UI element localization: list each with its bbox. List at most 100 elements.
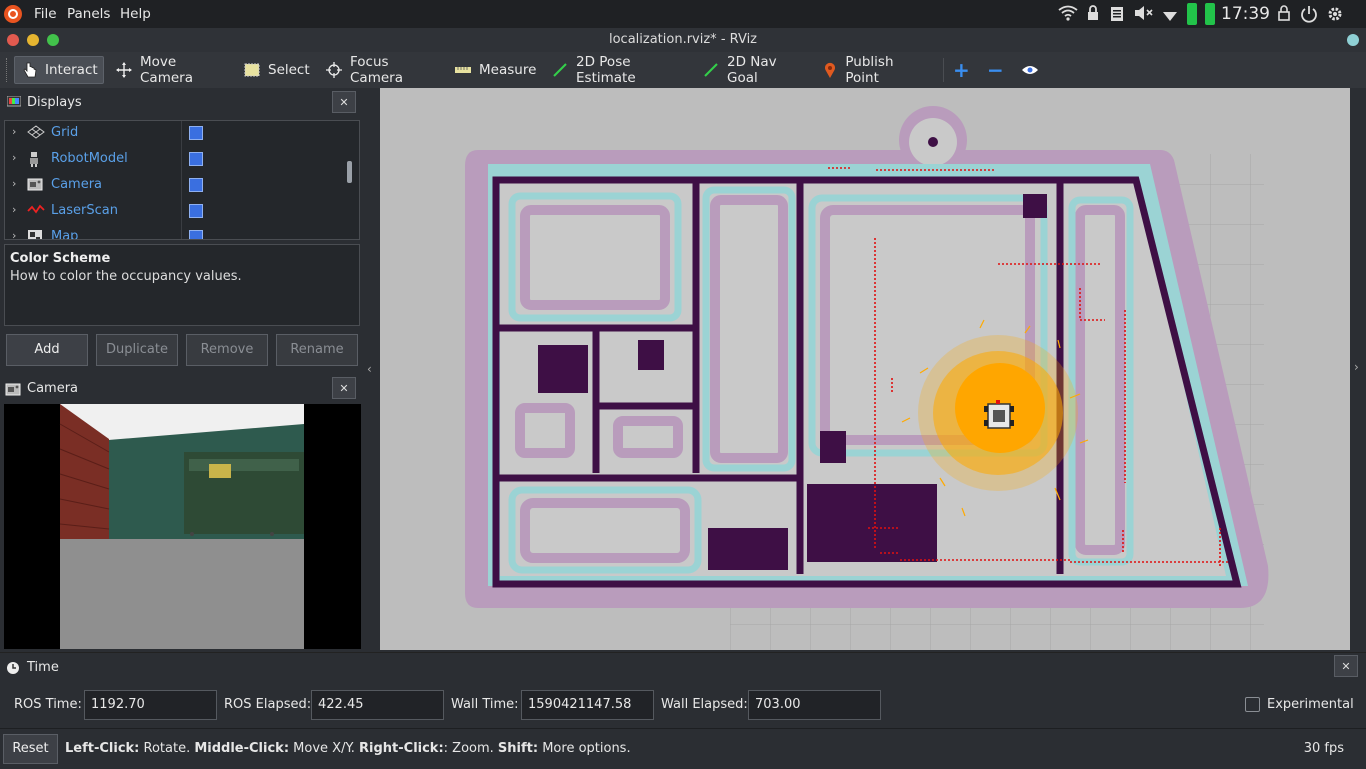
display-enabled-checkbox[interactable] (189, 178, 203, 192)
hint-middle-key: Middle-Click: (194, 741, 290, 756)
display-enabled-checkbox[interactable] (189, 152, 203, 166)
tree-item-grid[interactable]: › Grid (5, 121, 345, 147)
tool-measure-label: Measure (479, 62, 537, 78)
wall-time-field[interactable]: 1590421147.58 (521, 690, 654, 720)
hint-middle-val: Move X/Y. (289, 741, 360, 756)
displays-panel-header: Displays ✕ (0, 90, 362, 116)
window-title: localization.rviz* - RViz (608, 32, 758, 47)
battery-indicator-2-icon[interactable] (1205, 3, 1215, 25)
add-display-button[interactable]: Add (6, 334, 88, 366)
map-display-icon (27, 229, 45, 239)
camera-panel-header: Camera ✕ (0, 376, 362, 402)
expand-chevron-icon[interactable]: › (12, 229, 16, 239)
tool-move-camera-label: Move Camera (140, 54, 193, 86)
window-titlebar: localization.rviz* - RViz (0, 28, 1366, 53)
close-displays-panel-button[interactable]: ✕ (332, 91, 356, 113)
tree-item-map[interactable]: › Map (5, 225, 345, 240)
tool-publish-point-label: Publish Point (845, 54, 894, 86)
displays-panel-title: Displays (27, 95, 82, 110)
panel-splitter[interactable]: ‹ (364, 90, 378, 650)
window-menu-icon[interactable] (1347, 34, 1359, 46)
status-bar: Reset Left-Click: Rotate. Middle-Click: … (0, 728, 1366, 769)
robot-model (984, 400, 1014, 429)
tool-measure[interactable]: Measure (447, 56, 541, 84)
menu-help[interactable]: Help (120, 6, 151, 22)
dropdown-arrow-icon[interactable] (1163, 9, 1177, 25)
minus-icon[interactable]: − (984, 56, 1006, 84)
tree-item-robotmodel[interactable]: › RobotModel (5, 147, 345, 173)
description-text: How to color the occupancy values. (10, 269, 242, 284)
plus-icon[interactable]: + (950, 56, 972, 84)
rename-display-button[interactable]: Rename (276, 334, 358, 366)
volume-icon[interactable] (1134, 5, 1154, 25)
menu-panels[interactable]: Panels (67, 6, 110, 22)
expand-chevron-icon[interactable]: › (12, 203, 16, 216)
wall-elapsed-field[interactable]: 703.00 (748, 690, 881, 720)
lock-icon[interactable] (1086, 5, 1100, 25)
wall-time-label: Wall Time: (451, 697, 519, 712)
eye-icon[interactable] (1018, 56, 1042, 84)
settings-gear-icon[interactable] (1326, 5, 1344, 27)
right-dock-edge: › (1350, 88, 1366, 650)
menu-file[interactable]: File (34, 6, 57, 22)
tool-publish-point[interactable]: Publish Point (814, 54, 936, 86)
expand-chevron-icon[interactable]: › (12, 151, 16, 164)
camera-image-view[interactable] (4, 404, 361, 649)
tool-interact-label: Interact (45, 62, 98, 78)
reset-button[interactable]: Reset (3, 734, 58, 764)
battery-indicator-icon[interactable] (1187, 3, 1197, 25)
tool-2d-nav-goal[interactable]: 2D Nav Goal (695, 54, 811, 86)
camera-panel-title: Camera (27, 381, 79, 396)
tool-interact[interactable]: Interact (14, 56, 104, 84)
display-enabled-checkbox[interactable] (189, 126, 203, 140)
hint-right-key: Right-Click: (359, 741, 444, 756)
ubuntu-logo-icon[interactable] (4, 5, 22, 23)
tree-item-laserscan[interactable]: › LaserScan (5, 199, 345, 225)
tool-move-camera[interactable]: Move Camera (108, 54, 232, 86)
close-camera-panel-button[interactable]: ✕ (332, 377, 356, 399)
expand-right-arrow-icon[interactable]: › (1354, 360, 1359, 374)
tree-item-label: Map (51, 229, 79, 240)
tool-2d-pose-estimate[interactable]: 2D Pose Estimate (544, 54, 692, 86)
collapse-left-arrow-icon[interactable]: ‹ (367, 362, 372, 376)
toolbar-grip[interactable] (6, 58, 9, 82)
lock-screen-icon[interactable] (1277, 5, 1291, 25)
description-title: Color Scheme (10, 251, 111, 266)
experimental-checkbox[interactable] (1245, 697, 1260, 712)
tree-item-label: RobotModel (51, 151, 128, 166)
display-enabled-checkbox[interactable] (189, 230, 203, 239)
hint-right-val: : Zoom. (443, 741, 498, 756)
remove-display-button[interactable]: Remove (186, 334, 268, 366)
nav-goal-arrow-icon (703, 62, 719, 78)
laserscan-icon (27, 203, 45, 219)
tool-2d-nav-goal-label: 2D Nav Goal (727, 54, 777, 86)
wifi-icon[interactable] (1058, 5, 1078, 25)
tool-focus-camera[interactable]: Focus Camera (318, 54, 440, 86)
render-3d-viewport[interactable] (380, 88, 1350, 650)
tool-2d-pose-estimate-label: 2D Pose Estimate (576, 54, 636, 86)
clipboard-icon[interactable] (1110, 5, 1124, 26)
cursor-hand-icon (23, 62, 37, 78)
mouse-hint-text: Left-Click: Rotate. Middle-Click: Move X… (65, 741, 631, 756)
camera-display-icon (27, 177, 45, 193)
power-icon[interactable] (1300, 5, 1318, 27)
hint-left-key: Left-Click: (65, 741, 140, 756)
close-time-panel-button[interactable]: ✕ (1334, 655, 1358, 677)
clock[interactable]: 17:39 (1221, 4, 1270, 24)
tool-select[interactable]: Select (236, 56, 314, 84)
occupancy-map (465, 106, 1269, 608)
display-enabled-checkbox[interactable] (189, 204, 203, 218)
expand-chevron-icon[interactable]: › (12, 177, 16, 190)
ros-elapsed-field[interactable]: 422.45 (311, 690, 444, 720)
time-panel: Time ✕ ROS Time: 1192.70 ROS Elapsed: 42… (0, 652, 1366, 729)
system-top-bar: File Panels Help 17:39 (0, 0, 1366, 28)
tree-item-camera[interactable]: › Camera (5, 173, 345, 199)
duplicate-display-button[interactable]: Duplicate (96, 334, 178, 366)
expand-chevron-icon[interactable]: › (12, 125, 16, 138)
ros-time-field[interactable]: 1192.70 (84, 690, 217, 720)
grid-icon (27, 125, 45, 141)
tree-scrollbar-handle[interactable] (347, 161, 352, 183)
clock-icon (6, 661, 20, 679)
tree-item-label: Grid (51, 125, 79, 140)
select-icon (244, 62, 260, 78)
